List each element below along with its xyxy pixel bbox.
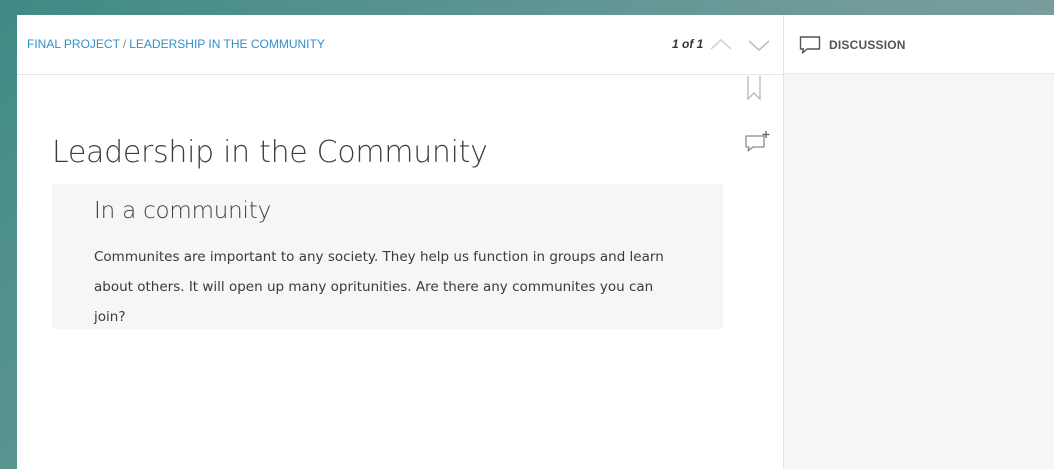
bookmark-icon xyxy=(747,76,761,101)
discussion-panel-header: DISCUSSION xyxy=(784,15,1054,74)
breadcrumb-current-link[interactable]: LEADERSHIP IN THE COMMUNITY xyxy=(129,37,325,51)
page-title: Leadership in the Community xyxy=(52,135,488,170)
content-section: In a community Communites are important … xyxy=(52,184,723,329)
app-window: FINAL PROJECT / LEADERSHIP IN THE COMMUNIT… xyxy=(17,15,1054,469)
section-heading: In a community xyxy=(94,198,271,224)
discussion-tab[interactable]: DISCUSSION xyxy=(799,34,906,56)
breadcrumb: FINAL PROJECT / LEADERSHIP IN THE COMMUNIT… xyxy=(27,37,325,51)
discussion-panel: DISCUSSION xyxy=(783,15,1054,469)
breadcrumb-parent-link[interactable]: FINAL PROJECT xyxy=(27,37,120,51)
content-header: FINAL PROJECT / LEADERSHIP IN THE COMMUNIT… xyxy=(17,15,783,75)
bookmark-button[interactable] xyxy=(746,75,762,106)
chevron-up-icon xyxy=(710,38,732,50)
previous-page-button[interactable] xyxy=(709,35,733,55)
page-counter: 1 of 1 xyxy=(672,37,704,51)
add-comment-icon xyxy=(745,131,770,152)
next-page-button[interactable] xyxy=(747,35,771,55)
discussion-tab-label: DISCUSSION xyxy=(829,38,906,52)
chevron-down-icon xyxy=(748,40,770,52)
add-comment-button[interactable] xyxy=(744,130,772,159)
breadcrumb-separator: / xyxy=(122,37,127,51)
chat-bubble-icon xyxy=(799,36,821,54)
section-body-text: Communites are important to any society.… xyxy=(94,249,664,325)
